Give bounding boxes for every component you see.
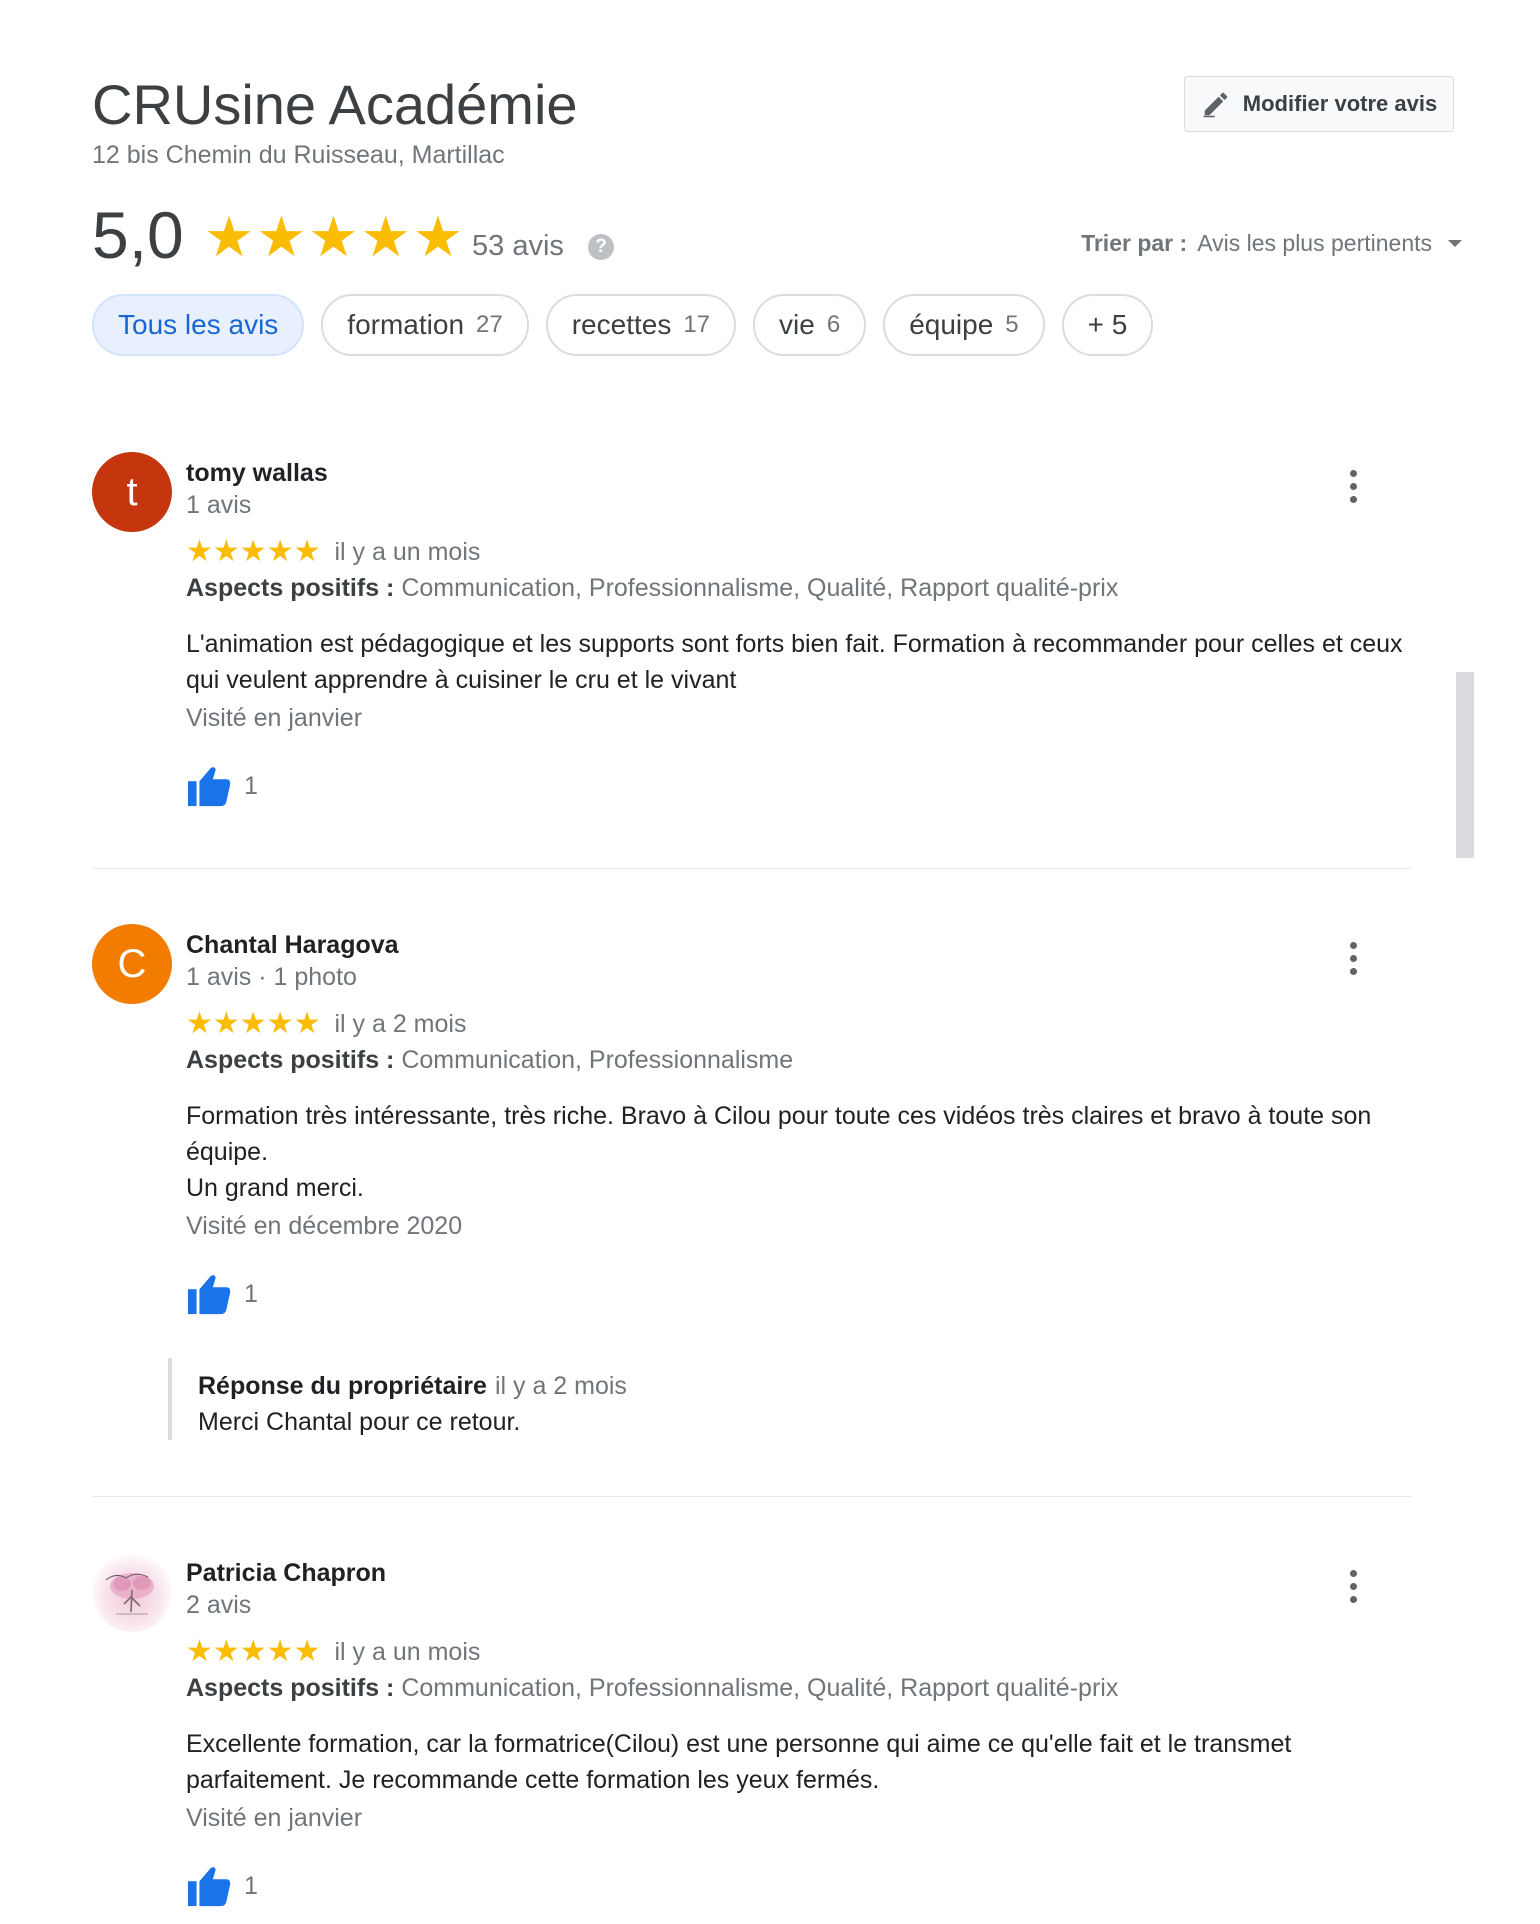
star-icon: ★ xyxy=(256,205,307,268)
chip-count: 5 xyxy=(1005,311,1019,338)
edit-review-button[interactable]: Modifier votre avis xyxy=(1184,76,1454,132)
thumbs-up-icon xyxy=(187,1275,231,1315)
more-options-icon[interactable] xyxy=(1350,1570,1358,1603)
chip-label: formation xyxy=(347,309,465,340)
like-count: 1 xyxy=(244,1871,258,1900)
star-icon: ★ xyxy=(360,205,411,268)
owner-reply-date: il y a 2 mois xyxy=(494,1372,627,1400)
star-icon: ★ xyxy=(204,205,255,268)
review-text: Excellente formation, car la formatrice(… xyxy=(186,1730,1292,1794)
review-date: il y a 2 mois xyxy=(334,1009,467,1038)
help-icon[interactable]: ? xyxy=(588,234,614,260)
average-stars: ★ ★ ★ ★ ★ xyxy=(204,205,464,268)
review-stars: ★★★★★ xyxy=(186,1009,320,1039)
visit-date: Visité en janvier xyxy=(186,1804,363,1832)
chip-tous-les-avis[interactable]: Tous les avis xyxy=(92,294,305,356)
avatar[interactable]: t xyxy=(92,452,172,532)
reviewer-meta[interactable]: 2 avis xyxy=(186,1588,1412,1622)
positive-aspects: Aspects positifs : Communication, Profes… xyxy=(186,1042,1412,1078)
owner-reply-text: Merci Chantal pour ce retour. xyxy=(198,1408,521,1436)
review-stars: ★★★★★ xyxy=(186,1637,320,1667)
chip-vie[interactable]: vie 6 xyxy=(753,294,867,356)
topic-filter-chips: Tous les avis formation 27 recettes 17 v… xyxy=(92,294,1154,356)
edit-review-label: Modifier votre avis xyxy=(1242,91,1438,116)
chip-formation[interactable]: formation 27 xyxy=(321,294,529,356)
avatar[interactable]: C xyxy=(92,924,172,1004)
reviewer-meta[interactable]: 1 avis xyxy=(186,488,1412,522)
star-icon: ★ xyxy=(308,205,359,268)
reviewer-name[interactable]: Chantal Haragova xyxy=(186,930,1412,960)
rating-summary: 5,0 ★ ★ ★ ★ ★ 53 avis ? Trier par : Avis… xyxy=(92,200,1462,270)
review-date: il y a un mois xyxy=(334,1637,481,1666)
reviewer-name[interactable]: Patricia Chapron xyxy=(186,1558,1412,1588)
avatar[interactable] xyxy=(92,1552,172,1632)
chip-label: Tous les avis xyxy=(118,309,279,340)
place-address: 12 bis Chemin du Ruisseau, Martillac xyxy=(92,141,505,169)
chip-more[interactable]: + 5 xyxy=(1061,294,1154,356)
review-text: Formation très intéressante, très riche.… xyxy=(186,1102,1372,1202)
thumbs-up-icon xyxy=(187,767,231,807)
chip-equipe[interactable]: équipe 5 xyxy=(883,294,1045,356)
avatar-letter: C xyxy=(117,942,147,986)
visit-date: Visité en janvier xyxy=(186,704,363,732)
divider xyxy=(92,868,1412,869)
star-icon: ★★★★★ xyxy=(186,535,321,568)
aspects-label: Aspects positifs : xyxy=(186,574,395,602)
star-icon: ★ xyxy=(412,205,464,268)
visit-date: Visité en décembre 2020 xyxy=(186,1212,463,1240)
review-text: L'animation est pédagogique et les suppo… xyxy=(186,630,1403,694)
aspects-label: Aspects positifs : xyxy=(186,1674,395,1702)
owner-reply-title: Réponse du propriétaire xyxy=(198,1372,487,1400)
chip-label: vie xyxy=(779,309,815,340)
pencil-icon xyxy=(1203,92,1228,118)
like-button[interactable]: 1 xyxy=(186,1862,1412,1910)
review-date: il y a un mois xyxy=(334,537,481,566)
chip-label: + 5 xyxy=(1087,309,1128,340)
chip-count: 27 xyxy=(476,311,503,338)
like-button[interactable]: 1 xyxy=(186,1270,1412,1318)
like-count: 1 xyxy=(244,771,258,800)
reviewer-name[interactable]: tomy wallas xyxy=(186,458,1412,488)
aspects-label: Aspects positifs : xyxy=(186,1046,395,1074)
chip-label: recettes xyxy=(571,309,672,340)
positive-aspects: Aspects positifs : Communication, Profes… xyxy=(186,1670,1412,1706)
divider xyxy=(92,1496,1412,1497)
chip-recettes[interactable]: recettes 17 xyxy=(545,294,737,356)
aspects-list: Communication, Professionnalisme, Qualit… xyxy=(401,574,1119,602)
sort-dropdown[interactable]: Trier par : Avis les plus pertinents xyxy=(1081,230,1462,257)
aspects-list: Communication, Professionnalisme xyxy=(401,1046,794,1074)
review-count: 53 avis xyxy=(472,230,564,262)
like-count: 1 xyxy=(244,1279,258,1308)
chip-count: 6 xyxy=(826,311,841,338)
positive-aspects: Aspects positifs : Communication, Profes… xyxy=(186,570,1412,606)
place-title: CRUsine Académie xyxy=(92,73,578,136)
tree-logo-icon xyxy=(105,1573,154,1615)
average-score: 5,0 xyxy=(92,198,184,272)
chip-count: 17 xyxy=(683,311,711,338)
avatar-letter: t xyxy=(126,470,138,514)
star-icon: ★★★★★ xyxy=(186,1007,321,1040)
owner-reply: Réponse du propriétaire il y a 2 mois Mer… xyxy=(168,1358,1412,1440)
sort-label: Trier par : xyxy=(1081,230,1188,256)
chip-label: équipe xyxy=(909,309,994,340)
aspects-list: Communication, Professionnalisme, Qualit… xyxy=(401,1674,1119,1702)
scrollbar-thumb[interactable] xyxy=(1456,672,1474,858)
star-icon: ★★★★★ xyxy=(186,1635,321,1668)
more-options-icon[interactable] xyxy=(1350,470,1358,503)
sort-value: Avis les plus pertinents xyxy=(1197,230,1432,256)
like-button[interactable]: 1 xyxy=(186,762,1412,810)
reviewer-meta[interactable]: 1 avis · 1 photo xyxy=(186,960,1412,994)
thumbs-up-icon xyxy=(187,1867,231,1907)
caret-down-icon xyxy=(1448,240,1462,247)
review-stars: ★★★★★ xyxy=(186,537,320,567)
more-options-icon[interactable] xyxy=(1350,942,1358,975)
